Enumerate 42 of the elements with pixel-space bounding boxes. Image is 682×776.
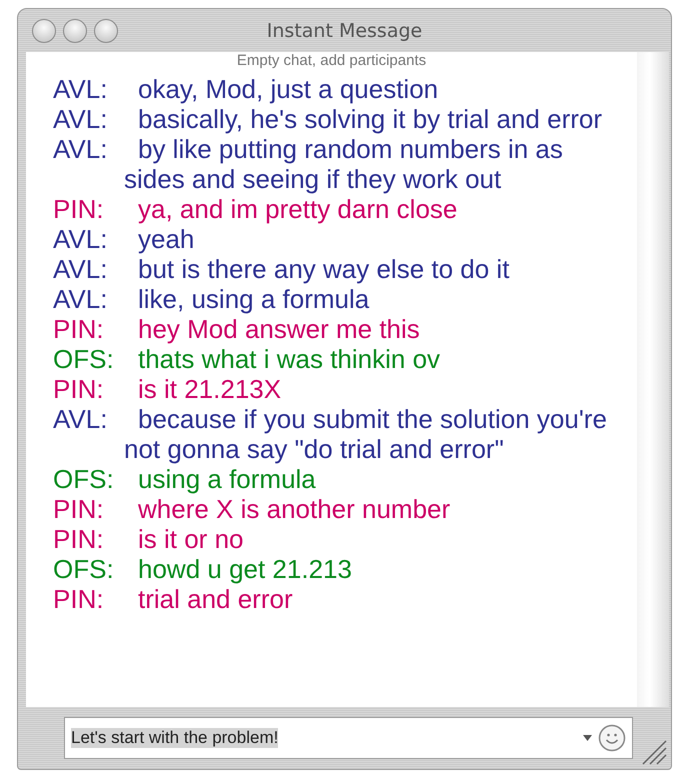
- sender-name: AVL:: [53, 404, 108, 434]
- resize-grip-icon[interactable]: [641, 739, 667, 765]
- sender-name: PIN:: [53, 194, 105, 224]
- message-text: by like putting random numbers in as sides and seeing if they work out: [124, 134, 563, 194]
- sender-name: AVL:: [53, 284, 108, 314]
- sender-name: PIN:: [53, 314, 105, 344]
- smiley-icon[interactable]: [598, 724, 626, 752]
- caret-icon[interactable]: [583, 735, 592, 741]
- window-button[interactable]: [63, 18, 87, 42]
- sender-name: OFS:: [53, 554, 115, 584]
- sender-name: PIN:: [53, 494, 105, 524]
- message-text: okay, Mod, just a question: [138, 74, 438, 104]
- window-title: Instant Message: [266, 20, 422, 42]
- sender-name: PIN:: [53, 524, 105, 554]
- input-text: Let's start with the problem!: [71, 728, 278, 748]
- message-text: is it or no: [138, 524, 244, 554]
- sender-name: AVL:: [53, 74, 108, 104]
- message-input[interactable]: Let's start with the problem!: [64, 717, 633, 759]
- sender-name: OFS:: [53, 344, 115, 374]
- window-button[interactable]: [32, 18, 56, 42]
- message-text: howd u get 21.213: [138, 554, 352, 584]
- message-text: like, using a formula: [138, 284, 370, 314]
- chat-status: Empty chat, add participants: [236, 52, 426, 70]
- message-text: because if you submit the solution you're not gonna say "do trial and error": [124, 404, 607, 464]
- message-text: hey Mod answer me this: [138, 314, 420, 344]
- message-text: where X is another number: [138, 494, 450, 524]
- sender-name: AVL:: [53, 104, 108, 134]
- message-text: but is there any way else to do it: [138, 254, 510, 284]
- message-text: is it 21.213X: [138, 374, 282, 404]
- sender-name: AVL:: [53, 224, 108, 254]
- message-text: thats what i was thinkin ov: [138, 344, 440, 374]
- sender-name: AVL:: [53, 254, 108, 284]
- sender-name: OFS:: [53, 464, 115, 494]
- sender-name: PIN:: [53, 584, 105, 614]
- message-text: using a formula: [138, 464, 316, 494]
- sender-name: PIN:: [53, 374, 105, 404]
- message-text: ya, and im pretty darn close: [138, 194, 458, 224]
- message-text: trial and error: [138, 584, 293, 614]
- message-text: yeah: [138, 224, 194, 254]
- message-text: basically, he's solving it by trial and error: [138, 104, 602, 134]
- sender-name: AVL:: [53, 134, 108, 164]
- window-button[interactable]: [94, 18, 118, 42]
